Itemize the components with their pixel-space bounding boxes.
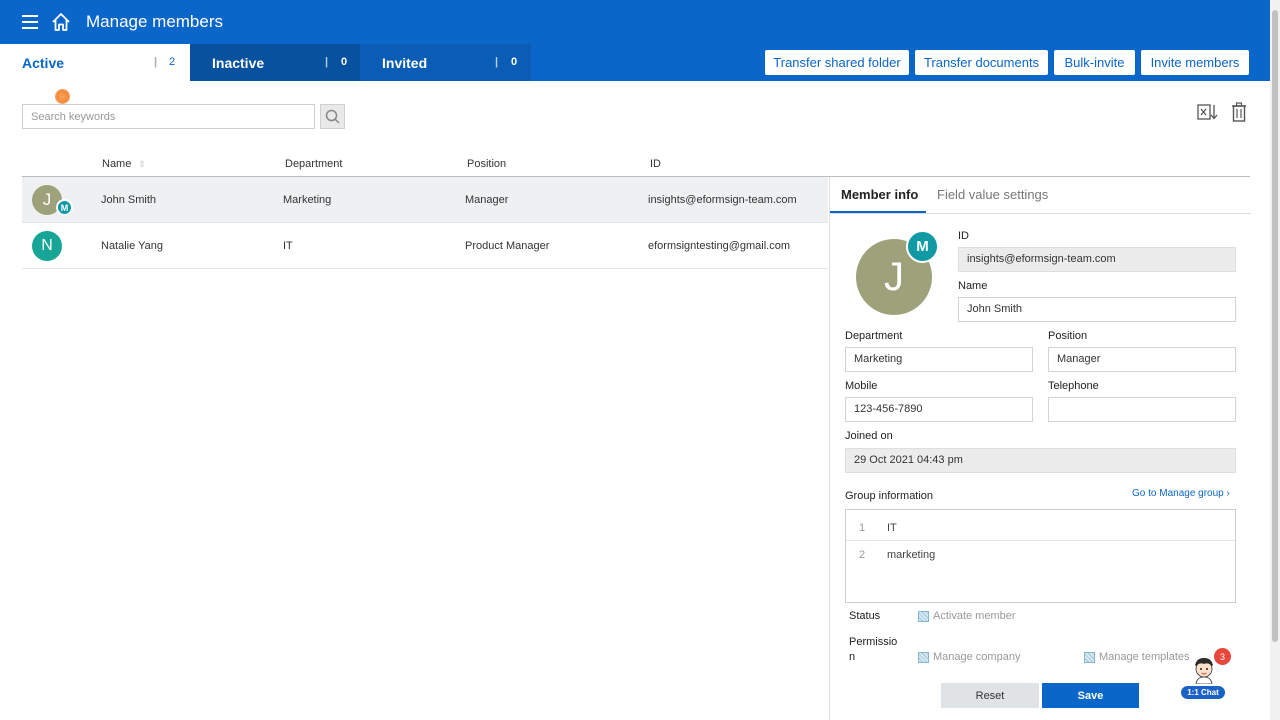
chat-label: 1:1 Chat <box>1180 685 1226 700</box>
table-row[interactable]: N Natalie Yang IT Product Manager eforms… <box>22 223 828 269</box>
delete-icon[interactable] <box>1231 102 1247 122</box>
group-name: marketing <box>887 549 936 561</box>
cell-position: Manager <box>465 194 509 206</box>
notification-badge: 3 <box>1214 648 1231 665</box>
tab-label: Invited <box>382 55 428 71</box>
telephone-field[interactable] <box>1048 397 1236 422</box>
tab-separator: | <box>325 56 329 68</box>
scroll-thumb[interactable] <box>1272 10 1278 642</box>
avatar-initial: N <box>41 237 53 254</box>
department-label: Department <box>845 330 903 342</box>
cell-id: insights@eformsign-team.com <box>648 194 797 206</box>
tab-invited[interactable]: Invited | 0 <box>360 44 531 81</box>
id-label: ID <box>958 230 969 242</box>
position-label: Position <box>1048 330 1088 342</box>
column-header-id: ID <box>650 158 661 170</box>
search-icon <box>325 109 340 124</box>
page-scrollbar[interactable] <box>1270 0 1280 720</box>
member-detail-panel: Member info Field value settings J M ID … <box>829 177 1251 720</box>
excel-download-icon[interactable] <box>1197 102 1219 122</box>
department-field[interactable]: Marketing <box>845 347 1033 372</box>
tab-inactive[interactable]: Inactive | 0 <box>190 44 360 81</box>
status-label: Status <box>849 610 881 622</box>
avatar: N <box>32 231 62 261</box>
group-list: 1 IT 2 marketing <box>845 509 1236 603</box>
permission-label: Permissio <box>849 636 898 648</box>
table-row[interactable]: J M John Smith Marketing Manager insight… <box>22 177 828 223</box>
panel-tab-divider <box>830 213 1251 214</box>
link-label: Go to Manage group <box>1132 488 1224 499</box>
badge-label: M <box>916 238 929 255</box>
telephone-label: Telephone <box>1048 380 1099 392</box>
cell-name: John Smith <box>101 194 157 206</box>
name-field[interactable]: John Smith <box>958 297 1236 322</box>
column-label: Name <box>102 158 132 170</box>
tab-label: Active <box>22 55 65 71</box>
tab-label: Inactive <box>212 55 265 71</box>
manager-badge: M <box>56 199 73 216</box>
chevron-right-icon: › <box>1226 488 1230 499</box>
manage-templates-label: Manage templates <box>1099 651 1190 663</box>
go-to-manage-group-link[interactable]: Go to Manage group › <box>1132 488 1230 499</box>
cursor-highlight <box>55 89 70 104</box>
reset-button[interactable]: Reset <box>941 683 1039 708</box>
tab-count: 0 <box>341 56 348 68</box>
column-header-department: Department <box>285 158 343 170</box>
active-tab-indicator <box>830 211 926 213</box>
group-name: IT <box>887 522 897 534</box>
avatar-initial: J <box>42 190 52 209</box>
tab-active[interactable]: Active | 2 <box>0 44 190 81</box>
tab-member-info[interactable]: Member info <box>841 187 918 202</box>
activate-member-checkbox[interactable] <box>918 611 929 622</box>
manage-company-checkbox[interactable] <box>918 652 929 663</box>
home-icon[interactable] <box>50 11 72 33</box>
invite-members-button[interactable]: Invite members <box>1141 50 1249 75</box>
tab-count: 0 <box>511 56 518 68</box>
cell-name: Natalie Yang <box>101 240 163 252</box>
tab-field-value-settings[interactable]: Field value settings <box>937 187 1048 202</box>
avatar-initial: J <box>884 254 904 299</box>
manager-badge: M <box>906 230 939 263</box>
menu-icon[interactable] <box>22 15 38 29</box>
joined-on-field: 29 Oct 2021 04:43 pm <box>845 448 1236 473</box>
chat-widget[interactable]: 1:1 Chat 3 <box>1178 648 1231 702</box>
manage-templates-checkbox[interactable] <box>1084 652 1095 663</box>
permission-label-wrap: n <box>849 651 856 663</box>
chat-agent-icon <box>1195 658 1213 684</box>
id-field: insights@eformsign-team.com <box>958 247 1236 272</box>
list-item: 2 marketing <box>846 541 1235 568</box>
search-button[interactable] <box>320 104 345 129</box>
top-bar: Manage members <box>0 0 1270 44</box>
transfer-shared-folder-button[interactable]: Transfer shared folder <box>765 50 909 75</box>
tab-count: 2 <box>169 56 176 68</box>
cell-department: IT <box>283 240 293 252</box>
group-number: 1 <box>859 522 866 534</box>
page-title: Manage members <box>86 12 224 31</box>
transfer-documents-button[interactable]: Transfer documents <box>915 50 1048 75</box>
save-button[interactable]: Save <box>1042 683 1139 708</box>
cell-id: eformsigntesting@gmail.com <box>648 240 790 252</box>
cell-department: Marketing <box>283 194 332 206</box>
joined-on-label: Joined on <box>845 430 893 442</box>
group-information-label: Group information <box>845 490 934 502</box>
name-label: Name <box>958 280 988 292</box>
mobile-label: Mobile <box>845 380 878 392</box>
search-input[interactable] <box>22 104 315 129</box>
column-header-name[interactable]: Name ⇳ <box>102 158 146 170</box>
activate-member-label: Activate member <box>933 610 1016 622</box>
badge-label: M <box>60 202 69 213</box>
tab-separator: | <box>154 56 158 68</box>
mobile-field[interactable]: 123-456-7890 <box>845 397 1033 422</box>
column-header-position: Position <box>467 158 507 170</box>
cell-position: Product Manager <box>465 240 550 252</box>
manage-company-label: Manage company <box>933 651 1021 663</box>
list-item: 1 IT <box>846 514 1235 541</box>
group-number: 2 <box>859 549 866 561</box>
sort-icon[interactable]: ⇳ <box>138 159 146 169</box>
bulk-invite-button[interactable]: Bulk-invite <box>1054 50 1135 75</box>
tab-separator: | <box>495 56 499 68</box>
position-field[interactable]: Manager <box>1048 347 1236 372</box>
